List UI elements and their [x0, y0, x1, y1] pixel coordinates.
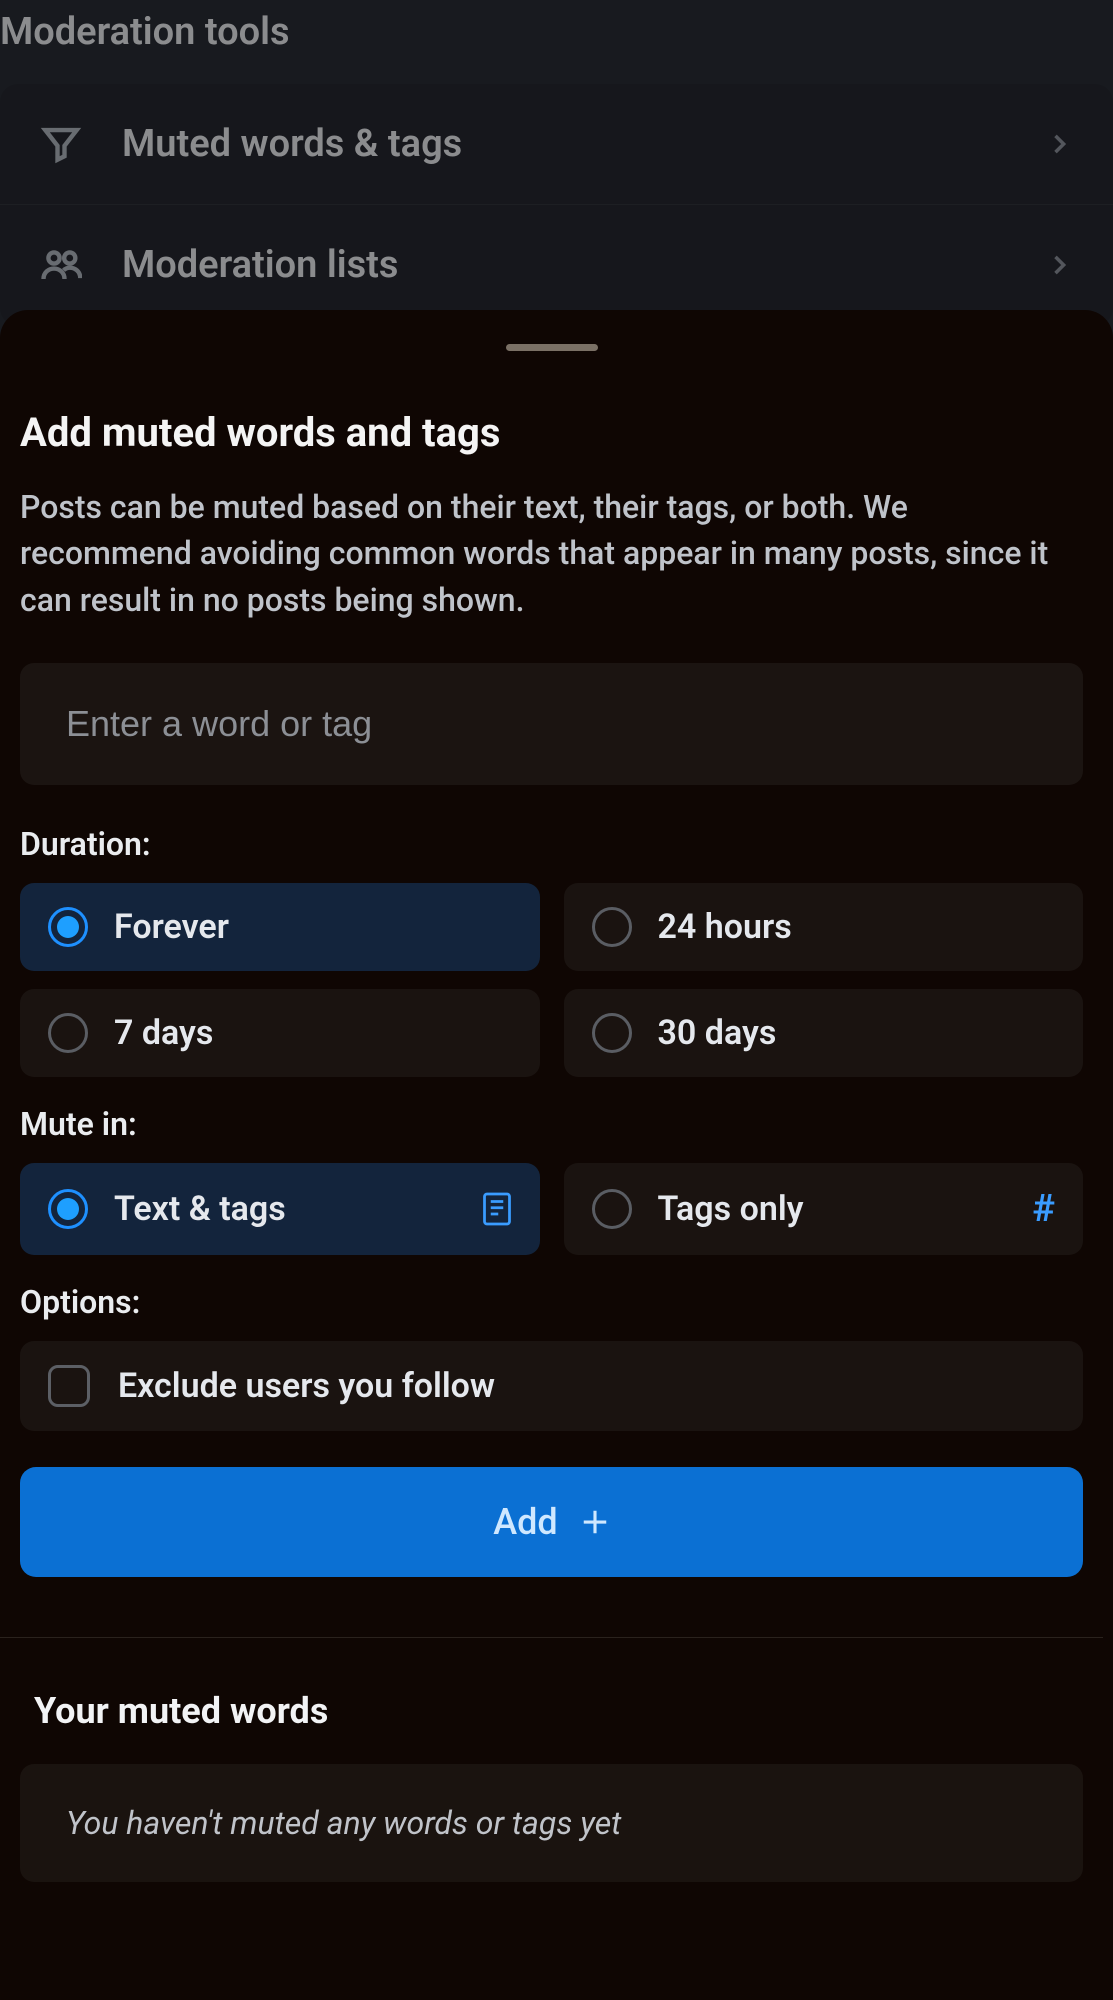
mute-in-option-label: Tags only [658, 1189, 804, 1229]
mute-in-options: Text & tags Tags only # [20, 1163, 1083, 1255]
moderation-lists-label: Moderation lists [122, 243, 398, 287]
section-divider [0, 1637, 1103, 1638]
duration-label: Duration: [20, 825, 1083, 863]
your-muted-words-title: Your muted words [20, 1690, 1083, 1732]
add-muted-words-sheet: Add muted words and tags Posts can be mu… [0, 310, 1113, 2000]
radio-icon [48, 907, 88, 947]
options-label: Options: [20, 1283, 1083, 1321]
moderation-lists-row[interactable]: Moderation lists [0, 205, 1113, 326]
duration-option-label: 30 days [658, 1013, 777, 1053]
muted-words-row[interactable]: Muted words & tags [0, 84, 1113, 205]
duration-7-days[interactable]: 7 days [20, 989, 540, 1077]
mute-in-text-and-tags[interactable]: Text & tags [20, 1163, 540, 1255]
add-button-label: Add [493, 1501, 557, 1543]
duration-option-label: 24 hours [658, 907, 792, 947]
hash-icon: # [1032, 1187, 1055, 1231]
muted-words-label: Muted words & tags [122, 122, 462, 166]
mute-in-tags-only[interactable]: Tags only # [564, 1163, 1084, 1255]
moderation-tools-card: Muted words & tags Moderation lists [0, 84, 1113, 326]
sheet-title: Add muted words and tags [20, 409, 1083, 456]
exclude-users-toggle[interactable]: Exclude users you follow [20, 1341, 1083, 1431]
chevron-right-icon [1045, 251, 1073, 279]
duration-24-hours[interactable]: 24 hours [564, 883, 1084, 971]
people-icon [40, 244, 82, 286]
radio-icon [48, 1189, 88, 1229]
duration-options: Forever 24 hours 7 days 30 days [20, 883, 1083, 1077]
duration-forever[interactable]: Forever [20, 883, 540, 971]
radio-icon [592, 1013, 632, 1053]
duration-option-label: 7 days [114, 1013, 213, 1053]
checkbox-icon [48, 1365, 90, 1407]
mute-in-option-label: Text & tags [114, 1189, 286, 1229]
filter-icon [40, 123, 82, 165]
moderation-tools-background: Moderation tools Muted words & tags [0, 0, 1113, 326]
duration-option-label: Forever [114, 907, 229, 947]
chevron-right-icon [1045, 130, 1073, 158]
page-icon [482, 1191, 512, 1227]
mute-in-label: Mute in: [20, 1105, 1083, 1143]
radio-icon [592, 907, 632, 947]
muted-words-empty-state: You haven't muted any words or tags yet [20, 1764, 1083, 1882]
radio-icon [48, 1013, 88, 1053]
sheet-description: Posts can be muted based on their text, … [20, 484, 1083, 623]
word-input[interactable] [20, 663, 1083, 785]
radio-icon [592, 1189, 632, 1229]
sheet-drag-handle[interactable] [506, 344, 598, 351]
add-button[interactable]: Add [20, 1467, 1083, 1577]
plus-icon [580, 1507, 610, 1537]
empty-state-text: You haven't muted any words or tags yet [66, 1804, 1037, 1842]
duration-30-days[interactable]: 30 days [564, 989, 1084, 1077]
moderation-tools-title: Moderation tools [0, 0, 1113, 84]
exclude-users-label: Exclude users you follow [118, 1366, 495, 1406]
